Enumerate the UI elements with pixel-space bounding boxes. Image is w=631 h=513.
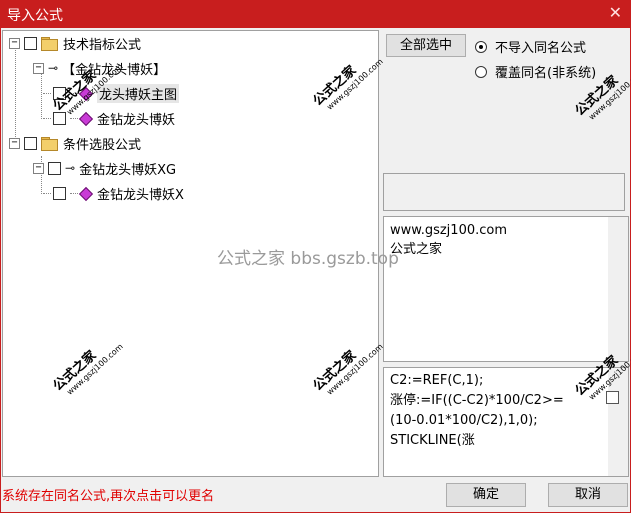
key-icon: ⊸ <box>48 61 59 75</box>
formula-info-box <box>383 173 625 211</box>
code-line: STICKLINE(涨 <box>390 433 475 448</box>
tree-connector <box>15 47 16 143</box>
tree-node-pick-item[interactable]: 金钻龙头博妖X <box>43 182 184 204</box>
tree-node-label: 金钻龙头博妖XG <box>79 162 177 178</box>
close-icon[interactable]: ✕ <box>609 3 622 22</box>
tree-connector <box>43 92 51 94</box>
cancel-button[interactable]: 取消 <box>548 483 628 507</box>
gem-icon <box>80 188 91 199</box>
tree-node-pick-formula[interactable]: − ⊸ 金钻龙头博妖XG <box>33 157 176 179</box>
ok-button[interactable]: 确定 <box>446 483 526 507</box>
description-line: www.gszj100.com <box>390 223 508 238</box>
key-icon: ⊸ <box>65 161 76 175</box>
radio-skip-icon[interactable] <box>475 40 487 53</box>
collapse-icon[interactable]: − <box>33 62 44 74</box>
tree-connector <box>70 192 78 194</box>
radio-overwrite-icon[interactable] <box>475 65 487 78</box>
gem-icon <box>80 113 91 124</box>
title-bar: 导入公式 ✕ <box>0 0 631 28</box>
description-line: 公式之家 <box>390 242 443 257</box>
pick-group-checkbox[interactable] <box>24 136 37 150</box>
tree-node-label: 金钻龙头博妖 <box>97 112 176 128</box>
description-box[interactable]: www.gszj100.com 公式之家 <box>383 216 629 362</box>
tree-connector <box>43 117 51 119</box>
radio-overwrite-duplicates[interactable]: 覆盖同名(非系统) <box>475 62 596 81</box>
tree-node-pick-group[interactable]: − 条件选股公式 <box>9 132 141 154</box>
tree-connector <box>70 117 78 119</box>
collapse-icon[interactable]: − <box>33 162 44 174</box>
collapse-icon[interactable]: − <box>9 137 20 149</box>
select-all-button[interactable]: 全部选中 <box>386 34 466 57</box>
tree-node-label: 金钻龙头博妖X <box>97 187 184 203</box>
tree-node-label: 条件选股公式 <box>63 137 142 153</box>
code-checkbox[interactable] <box>606 391 619 404</box>
code-line: (10-0.01*100/C2),1,0); <box>390 413 538 428</box>
radio-skip-duplicates[interactable]: 不导入同名公式 <box>475 37 586 56</box>
tree-connector <box>43 192 51 194</box>
folder-icon <box>41 37 58 51</box>
radio-skip-label: 不导入同名公式 <box>495 41 587 56</box>
tree-node-label: 龙头搏妖主图 <box>97 83 180 103</box>
tree-node-tech-group[interactable]: − 技术指标公式 <box>9 32 141 54</box>
window-title: 导入公式 <box>7 8 63 24</box>
center-watermark: 公式之家 bbs.gszb.top <box>217 249 399 269</box>
status-message: 系统存在同名公式,再次点击可以更名 <box>2 489 215 504</box>
tech-group-checkbox[interactable] <box>24 36 37 50</box>
radio-overwrite-label: 覆盖同名(非系统) <box>495 66 597 81</box>
folder-icon <box>41 137 58 151</box>
pick-item-checkbox[interactable] <box>53 186 66 200</box>
collapse-icon[interactable]: − <box>9 37 20 49</box>
pick-formula-checkbox[interactable] <box>48 161 61 175</box>
